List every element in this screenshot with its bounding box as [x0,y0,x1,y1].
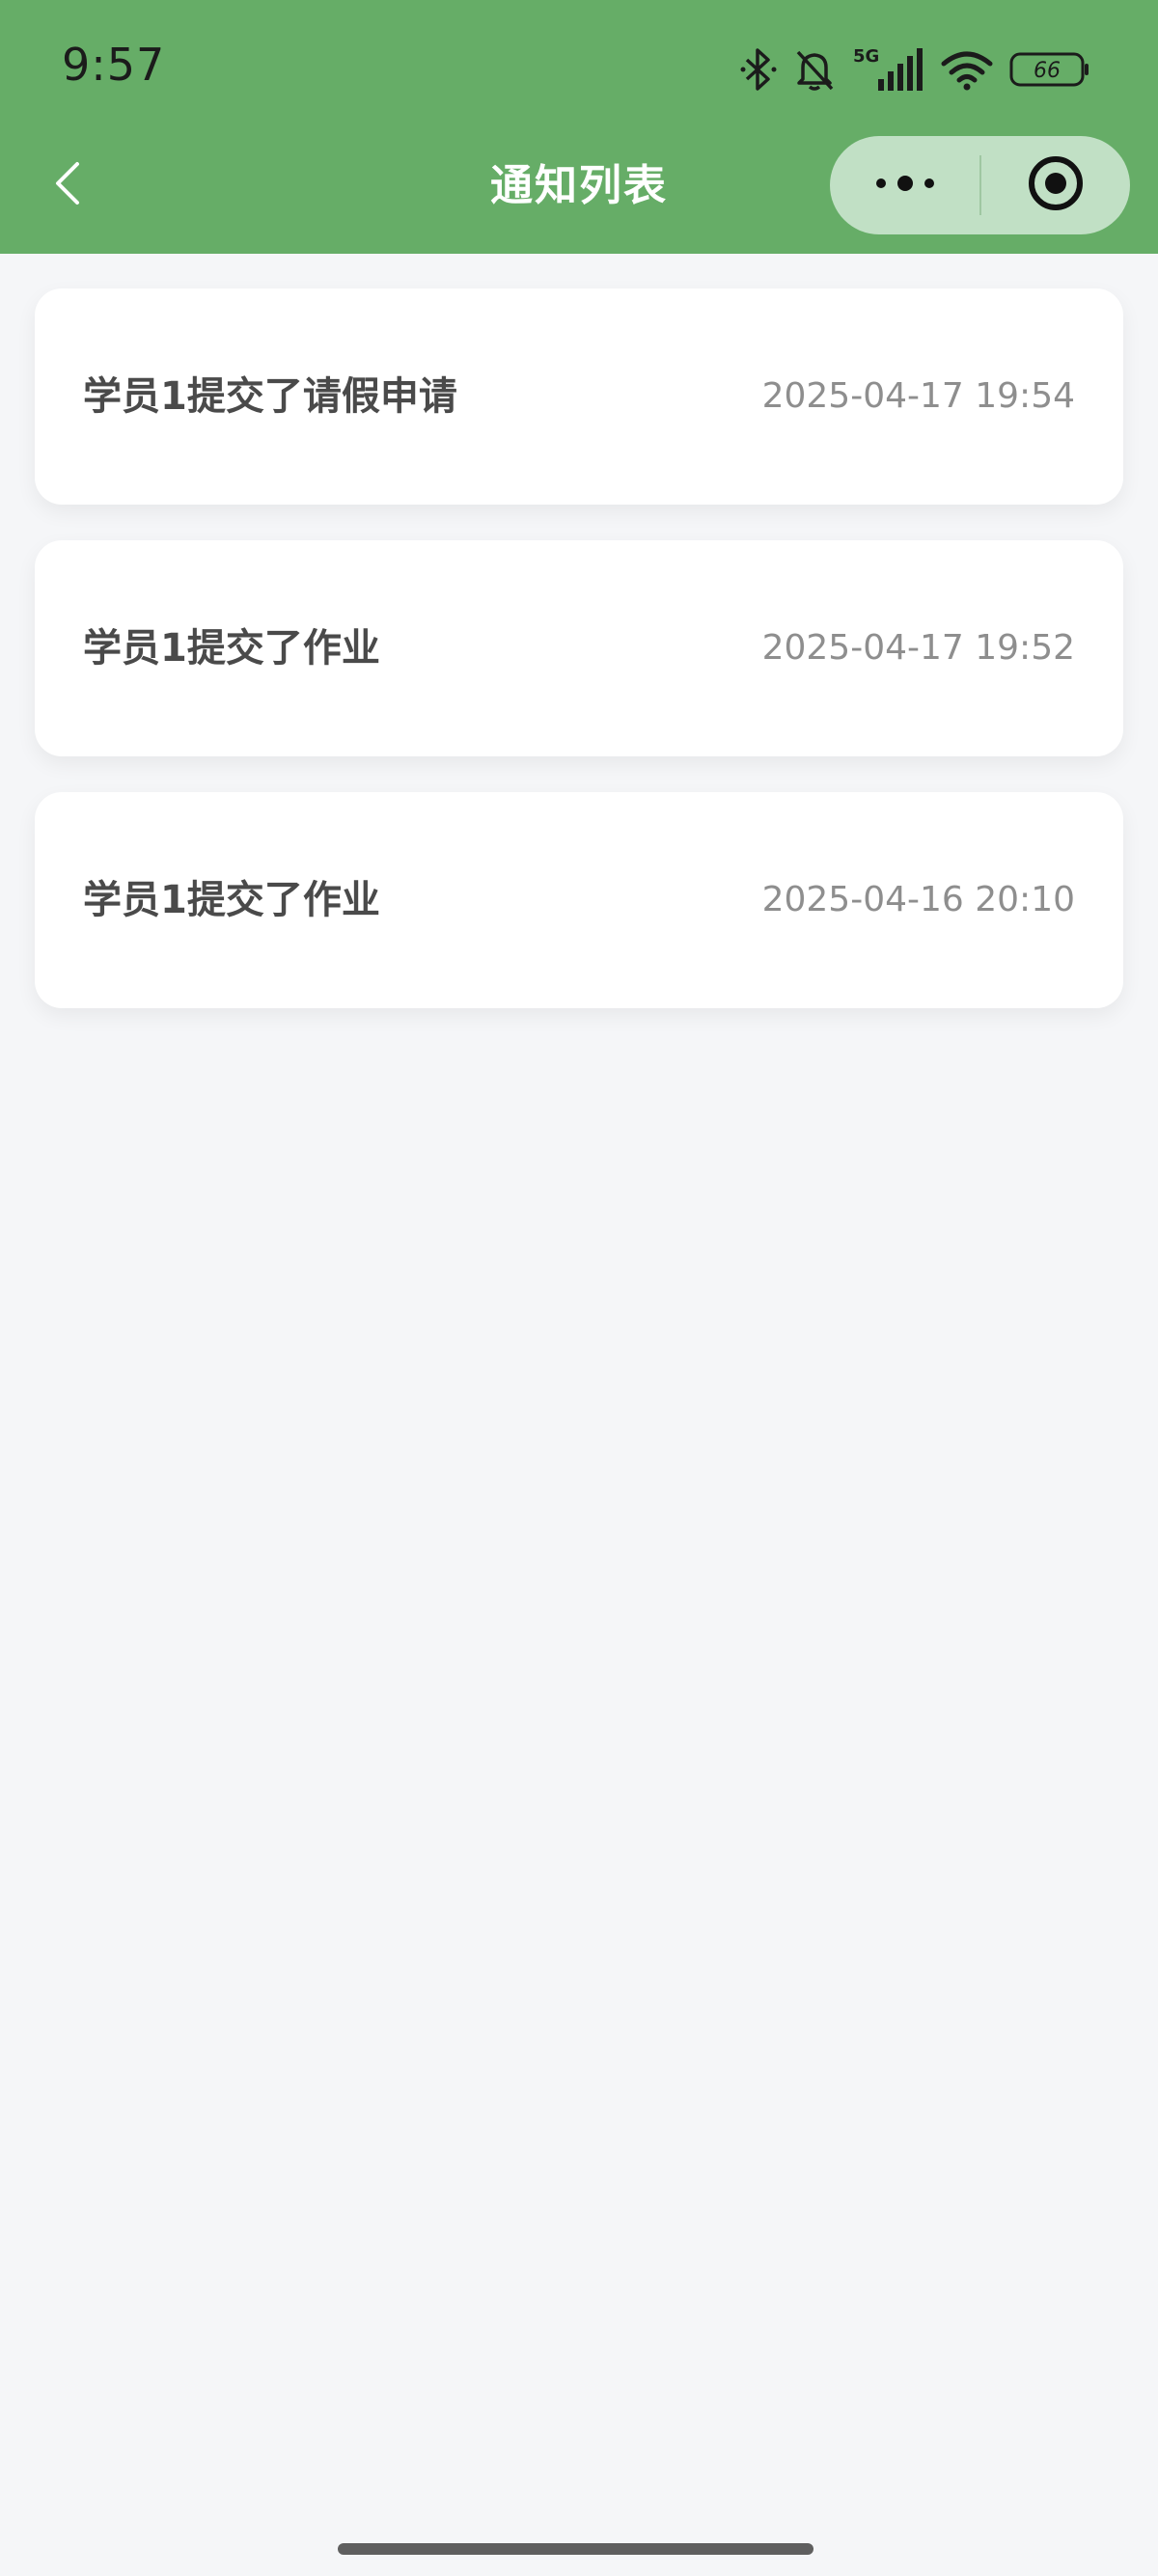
notification-title: 学员1提交了作业 [83,878,380,922]
notification-time: 2025-04-17 19:54 [761,376,1075,416]
wifi-icon [940,48,994,91]
notification-item[interactable]: 学员1提交了请假申请 2025-04-17 19:54 [35,288,1123,505]
notification-time: 2025-04-17 19:52 [761,628,1075,668]
notification-item[interactable]: 学员1提交了作业 2025-04-17 19:52 [35,540,1123,756]
notification-item[interactable]: 学员1提交了作业 2025-04-16 20:10 [35,792,1123,1008]
notification-list-page: 9:57 5G 66 通知列表 学员1提交了请假申请 2025-04-17 19… [0,0,1158,2576]
bell-muted-icon [793,46,836,93]
home-indicator[interactable] [338,2543,813,2555]
target-close-icon [1027,154,1085,216]
close-miniprogram-button[interactable] [981,136,1130,234]
svg-text:66: 66 [1034,59,1061,83]
miniprogram-capsule [830,136,1130,234]
signal-5g-icon: 5G [851,44,924,95]
more-dots-icon [873,174,937,197]
notification-title: 学员1提交了请假申请 [83,374,457,419]
battery-icon: 66 [1009,50,1090,89]
header: 9:57 5G 66 通知列表 [0,0,1158,254]
bluetooth-icon [739,46,778,93]
status-icons: 5G 66 [739,42,1090,96]
more-button[interactable] [830,136,979,234]
notification-time: 2025-04-16 20:10 [761,880,1075,919]
svg-text:5G: 5G [853,46,879,67]
notification-title: 学员1提交了作业 [83,626,380,671]
status-time: 9:57 [62,39,166,91]
